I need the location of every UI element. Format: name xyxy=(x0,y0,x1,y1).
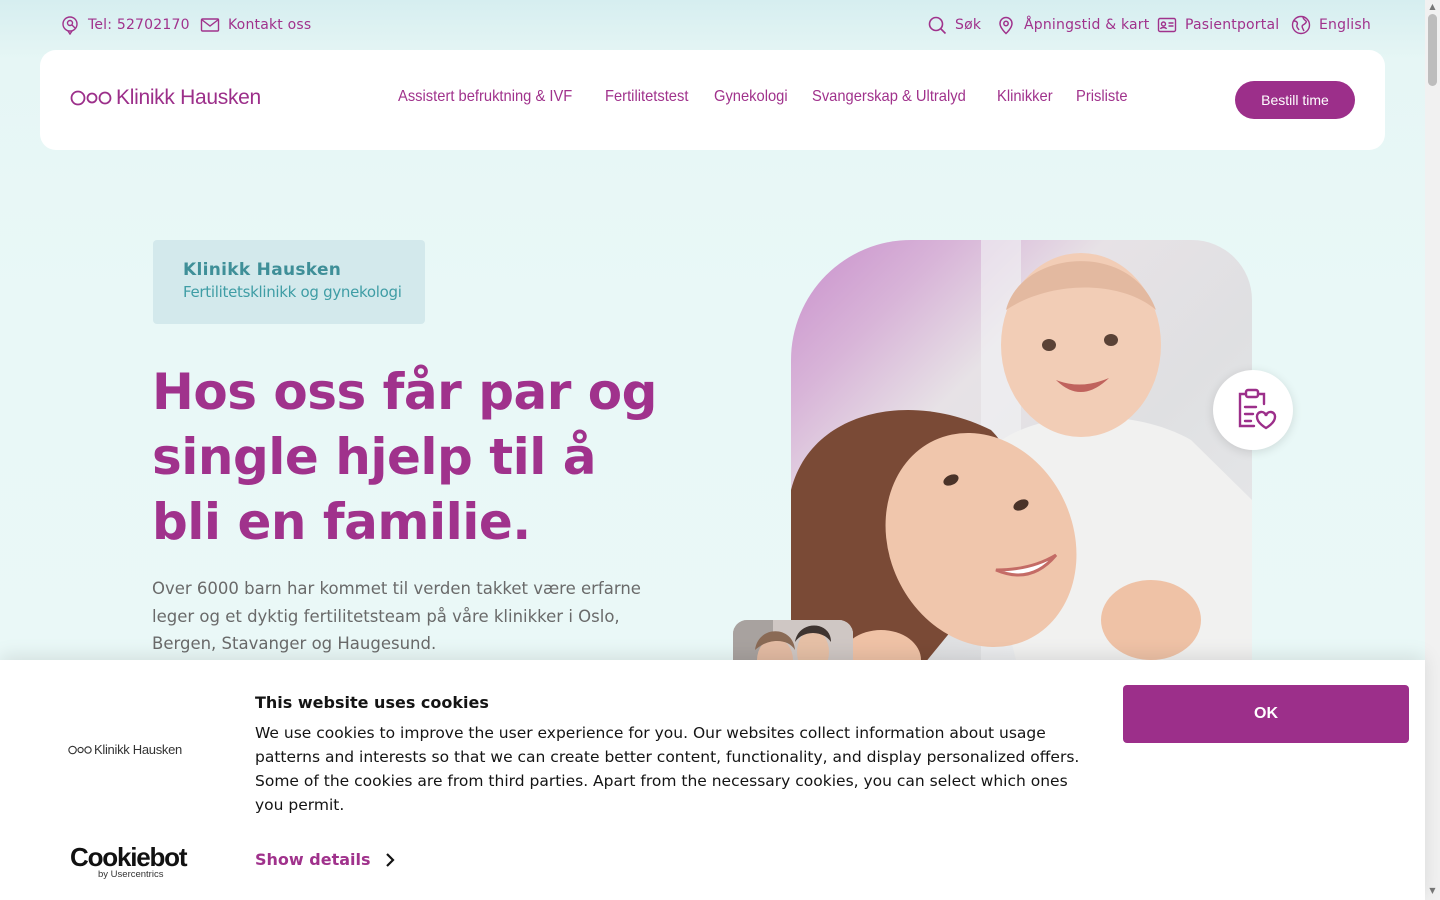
cookie-banner: Klinikk Hausken Cookiebot by Usercentric… xyxy=(0,660,1425,900)
phone-label: Tel: 52702170 xyxy=(88,17,190,33)
search-icon xyxy=(928,16,947,35)
patient-portal-label: Pasientportal xyxy=(1185,17,1280,33)
patient-portal-link[interactable]: Pasientportal xyxy=(1157,14,1279,36)
cookiebot-name: Cookiebot xyxy=(70,842,188,872)
badge-subtitle: Fertilitetsklinikk og gynekologi xyxy=(183,283,402,301)
nav-item-fertility-test[interactable]: Fertilitetstest xyxy=(605,88,688,106)
top-utility-bar: Tel: 52702170 Kontakt oss Søk Åpningstid… xyxy=(0,0,1425,50)
hero-headline: Hos oss får par og single hjelp til å bl… xyxy=(152,363,657,551)
nav-item-pregnancy-ultrasound[interactable]: Svangerskap & Ultralyd xyxy=(812,88,966,106)
logo-infinity-icon xyxy=(70,90,112,106)
main-nav: Assistert befruktning & IVF Fertilitetst… xyxy=(398,88,1132,106)
phone-link[interactable]: Tel: 52702170 xyxy=(60,14,190,36)
language-link[interactable]: English xyxy=(1291,14,1371,36)
clipboard-heart-icon xyxy=(1238,388,1277,430)
hero-description: Over 6000 barn har kommet til verden tak… xyxy=(152,579,641,653)
contact-label: Kontakt oss xyxy=(228,17,312,33)
cookie-ok-button[interactable]: OK xyxy=(1123,685,1409,743)
hero-badge: Klinikk Hausken Fertilitetsklinikk og gy… xyxy=(153,240,425,324)
page-scrollbar[interactable]: ▲ ▼ xyxy=(1425,0,1440,900)
hero-photo-mother-baby xyxy=(791,240,1252,680)
contact-link[interactable]: Kontakt oss xyxy=(200,14,311,36)
phone-icon xyxy=(62,16,78,35)
main-header: Klinikk Hausken Assistert befruktning & … xyxy=(40,50,1385,150)
globe-icon xyxy=(1291,15,1311,35)
cookiebot-logo[interactable]: Cookiebot by Usercentrics xyxy=(70,842,188,880)
cookie-description: We use cookies to improve the user exper… xyxy=(255,724,1080,814)
show-details-label: Show details xyxy=(255,850,371,869)
opening-hours-link[interactable]: Åpningstid & kart xyxy=(996,14,1149,36)
show-details-link[interactable]: Show details xyxy=(255,850,395,869)
cookie-title: This website uses cookies xyxy=(255,693,489,712)
scroll-up-arrow-icon[interactable]: ▲ xyxy=(1428,2,1437,11)
scroll-thumb[interactable] xyxy=(1428,14,1437,86)
opening-hours-label: Åpningstid & kart xyxy=(1024,17,1150,33)
badge-title: Klinikk Hausken xyxy=(183,260,342,280)
search-link[interactable]: Søk xyxy=(927,14,981,36)
cookie-logo-text: Klinikk Hausken xyxy=(94,742,182,757)
book-appointment-button[interactable]: Bestill time xyxy=(1235,81,1355,119)
scroll-down-arrow-icon[interactable]: ▼ xyxy=(1428,886,1437,895)
nav-item-clinics[interactable]: Klinikker xyxy=(997,88,1053,106)
mail-icon xyxy=(200,18,220,32)
logo-infinity-icon xyxy=(68,745,92,754)
clipboard-heart-badge xyxy=(1213,370,1293,450)
nav-item-gynecology[interactable]: Gynekologi xyxy=(714,88,788,106)
cookie-banner-logo: Klinikk Hausken xyxy=(68,742,182,757)
chevron-right-icon xyxy=(385,852,395,867)
language-label: English xyxy=(1319,17,1371,33)
site-logo[interactable]: Klinikk Hausken xyxy=(70,86,261,110)
nav-item-ivf[interactable]: Assistert befruktning & IVF xyxy=(398,88,572,106)
logo-text: Klinikk Hausken xyxy=(116,86,261,109)
map-pin-icon xyxy=(999,16,1013,35)
nav-item-price-list[interactable]: Prisliste xyxy=(1076,88,1128,106)
search-label: Søk xyxy=(955,17,982,33)
id-card-icon xyxy=(1157,17,1177,33)
